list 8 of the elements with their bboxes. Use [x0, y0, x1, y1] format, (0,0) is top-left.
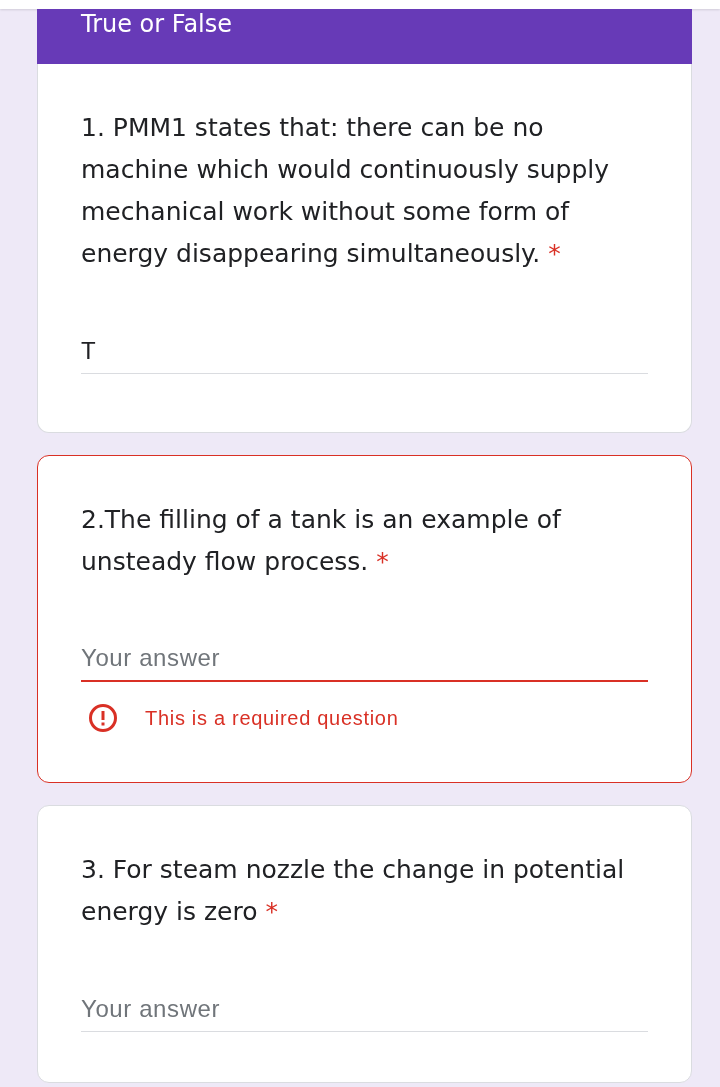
answer-field[interactable]: Your answer: [81, 642, 648, 682]
answer-field[interactable]: T: [81, 334, 648, 374]
section-title: True or False: [81, 11, 233, 37]
error-message: This is a required question: [145, 706, 399, 730]
question-text: 1. PMM1 states that: there can be no machine which would continuously supply mechanical work without some form of energy disappearing simultaneously. *: [81, 112, 611, 270]
error-icon: [89, 704, 117, 732]
question-text: 2.The filling of a tank is an example of unsteady flow process. *: [81, 504, 563, 578]
question-text: 3. For steam nozzle the change in potential energy is zero *: [81, 854, 626, 928]
